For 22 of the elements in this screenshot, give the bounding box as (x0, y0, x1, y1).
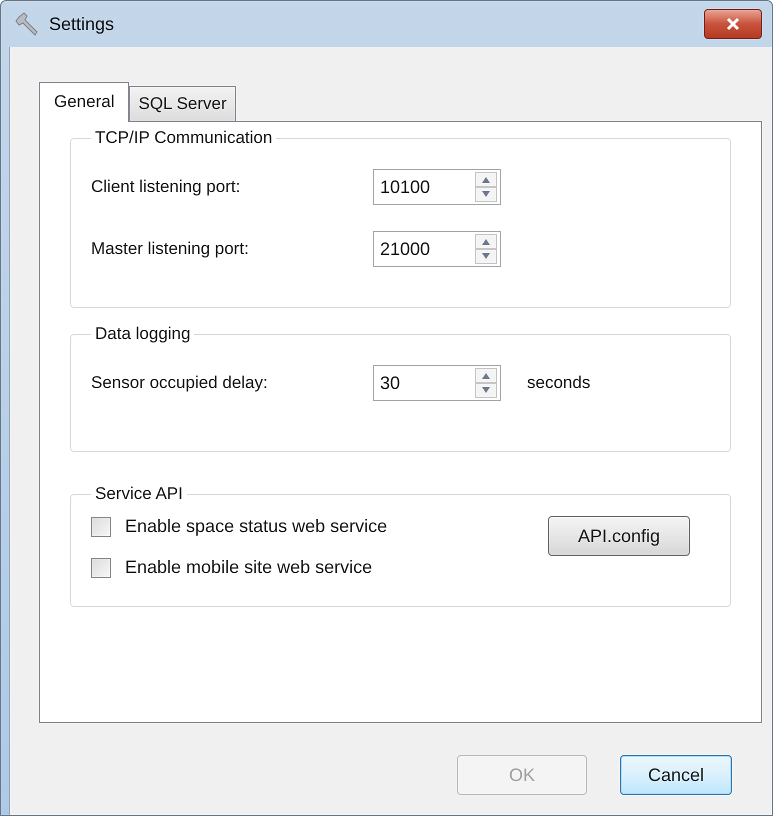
field-label: Master listening port: (91, 239, 250, 259)
spin-arrows-icon (475, 368, 497, 398)
group-title: Service API (94, 484, 184, 504)
unit-label: seconds (527, 373, 590, 393)
number-spinner[interactable]: 10100 (373, 169, 501, 205)
field-label: Sensor occupied delay: (91, 373, 269, 393)
number-spinner[interactable]: 30 (373, 365, 501, 401)
spin-arrows-icon (475, 172, 497, 202)
close-icon (725, 17, 741, 31)
tab[interactable]: General (39, 82, 130, 122)
checkbox-option[interactable]: Enable space status web service (91, 516, 388, 537)
number-spinner[interactable]: 21000 (373, 231, 501, 267)
window-title: Settings (49, 14, 116, 34)
close-button[interactable] (704, 9, 762, 39)
checkbox-option[interactable]: Enable mobile site web service (91, 557, 388, 578)
field-label: Client listening port: (91, 177, 242, 197)
config-button[interactable]: API.config (548, 516, 690, 556)
spin-arrows-icon (475, 234, 497, 264)
tab[interactable]: SQL Server (129, 86, 236, 121)
group-title: TCP/IP Communication (94, 128, 274, 148)
dialog-button[interactable]: Cancel (620, 755, 732, 795)
group-title: Data logging (94, 324, 192, 344)
